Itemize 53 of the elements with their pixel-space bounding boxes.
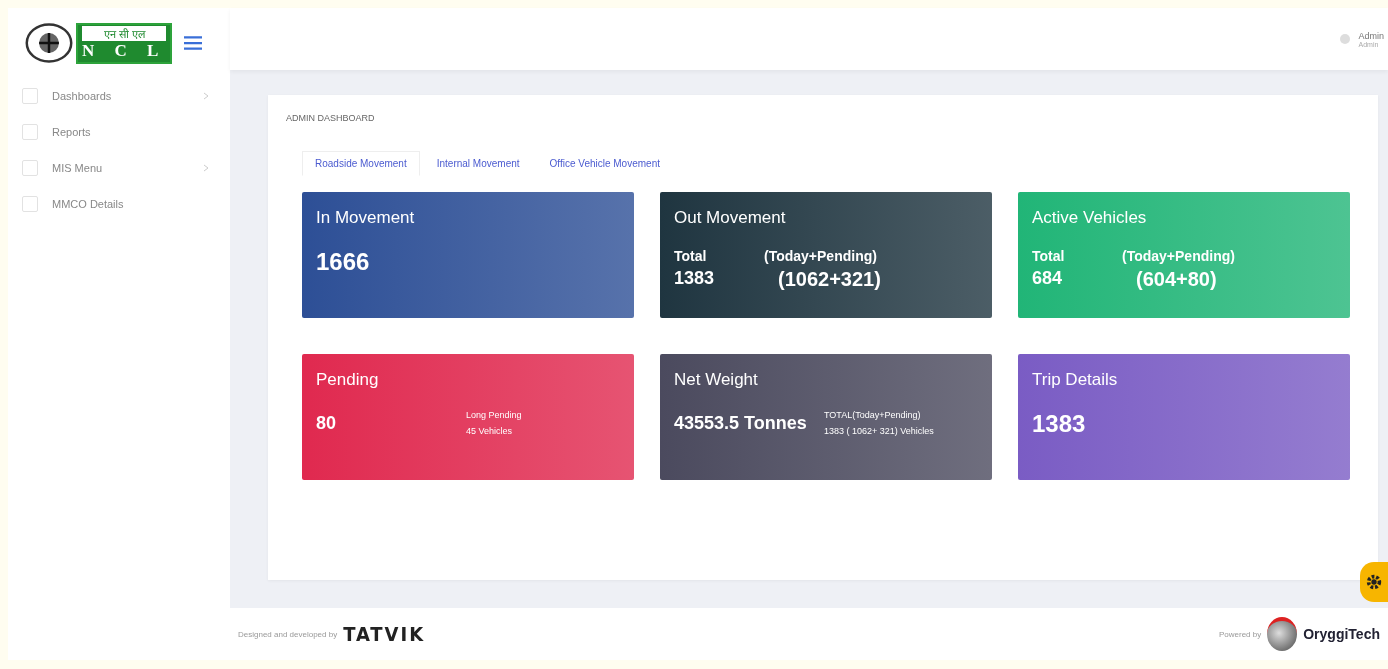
footer-caption: Designed and developed by (238, 629, 338, 639)
user-name: Admin (1358, 30, 1384, 41)
card-value: 1666 (316, 248, 371, 276)
stat-card[interactable]: Pending 80 Long Pending 45 Vehicles (302, 354, 634, 480)
stat-card[interactable]: In Movement 1666 (302, 192, 634, 318)
menu-item-icon (22, 160, 38, 176)
card-value: (1062+321) (777, 268, 882, 291)
sidebar-item[interactable]: Reports (8, 114, 230, 150)
tab[interactable]: Internal Movement (423, 151, 533, 176)
card-value: 684 (1032, 268, 1064, 290)
logo-text: N C L (82, 40, 167, 61)
page-title: ADMIN DASHBOARD (286, 113, 376, 123)
company-logo[interactable]: OryggiTech (1303, 626, 1380, 642)
card-value: 1383 (1032, 410, 1087, 438)
card-title: Trip Details (1032, 370, 1119, 390)
footer-caption: Powered by (1219, 629, 1262, 639)
card-title: Active Vehicles (1032, 208, 1148, 228)
globe-icon (1267, 617, 1298, 651)
company-logo[interactable]: TATVIK (343, 622, 426, 646)
stat-card[interactable]: Net Weight 43553.5 Tonnes TOTAL(Today+Pending) 1383 ( 1062+ 321) Vehicles (660, 354, 992, 480)
card-title: Out Movement (674, 208, 787, 228)
card-note: 1383 ( 1062+ 321) Vehicles (824, 426, 934, 436)
stat-card[interactable]: Trip Details 1383 (1018, 354, 1350, 480)
tab[interactable]: Office Vehicle Movement (536, 151, 673, 176)
menu-button[interactable] (182, 34, 205, 52)
menu-item-icon (22, 88, 38, 104)
card-label: Total (1032, 248, 1066, 264)
sidebar-item[interactable]: MMCO Details (8, 186, 230, 222)
card-label: (Today+Pending) (1122, 248, 1236, 264)
card-note: TOTAL(Today+Pending) (824, 410, 922, 420)
tab[interactable]: Roadside Movement (302, 151, 420, 176)
sidebar-item[interactable]: Dashboards (8, 78, 230, 114)
card-label: (Today+Pending) (764, 248, 878, 264)
settings-button[interactable] (1360, 562, 1388, 602)
card-value: (604+80) (1135, 268, 1218, 291)
menu-item-icon (22, 124, 38, 140)
gear-icon (1365, 573, 1383, 591)
card-title: In Movement (316, 208, 416, 228)
card-value: 1383 (674, 268, 716, 290)
card-label: Total (674, 248, 708, 264)
card-title: Pending (316, 370, 380, 390)
card-note: Long Pending (466, 410, 522, 420)
emblem-icon (24, 22, 74, 64)
chevron-icon (202, 164, 210, 172)
stat-card[interactable]: Out Movement Total (Today+Pending) 1383 (1062+321) (660, 192, 992, 318)
card-title: Net Weight (674, 370, 759, 390)
card-note: 45 Vehicles (466, 426, 514, 436)
card-value: 80 (316, 412, 338, 434)
sidebar-item[interactable]: MIS Menu (8, 150, 230, 186)
chevron-icon (202, 92, 210, 100)
logo-text: एन सी एल (82, 25, 167, 41)
card-value: 43553.5 Tonnes (674, 412, 808, 434)
menu-item-icon (22, 196, 38, 212)
